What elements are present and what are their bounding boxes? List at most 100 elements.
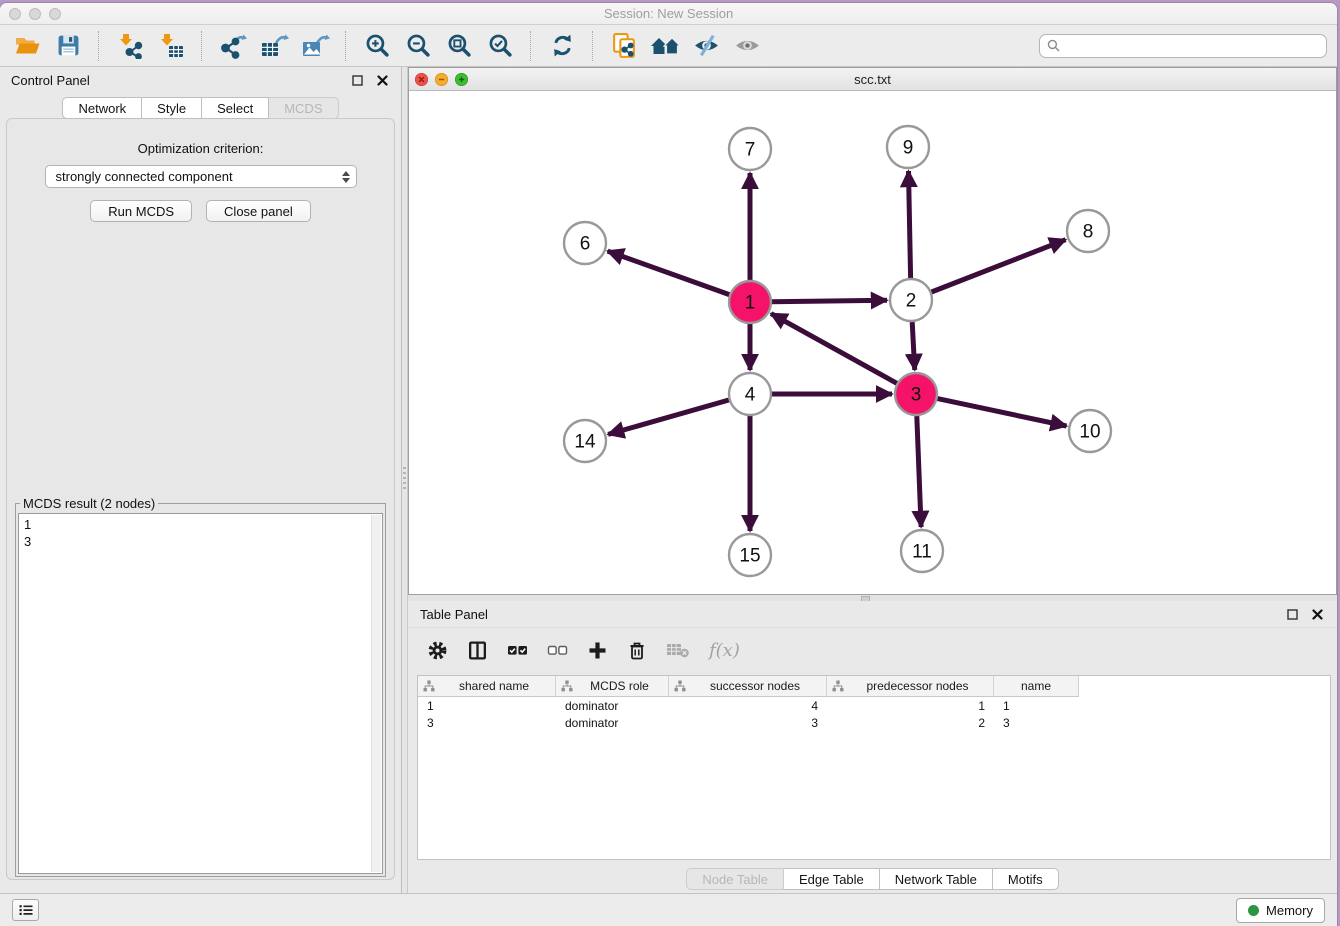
table-settings-button[interactable] [427,640,448,661]
node-2[interactable]: 2 [890,279,932,321]
hide-selected-button[interactable] [689,29,723,63]
node-8[interactable]: 8 [1067,210,1109,252]
import-network-icon [117,33,144,59]
mcds-result-box: 1 3 [18,513,383,874]
control-panel-header: Control Panel [0,67,401,94]
float-panel-button[interactable] [350,73,365,88]
close-mcds-panel-button[interactable]: Close panel [206,200,311,222]
zoom-fit-button[interactable] [442,29,476,63]
zoom-fit-icon [447,33,472,58]
control-tab-select[interactable]: Select [202,97,269,119]
node-4[interactable]: 4 [729,373,771,415]
delete-column-button[interactable] [627,640,647,661]
table-tab-node-table[interactable]: Node Table [686,868,784,890]
edge-1-2[interactable] [772,300,887,301]
table-row[interactable]: 3dominator323 [418,715,1330,731]
delete-table-button[interactable] [666,641,690,659]
toolbar-separator [98,31,100,61]
show-columns-button[interactable] [467,640,488,661]
close-window-button[interactable] [9,8,21,20]
node-9[interactable]: 9 [887,126,929,168]
splitter-grip[interactable] [403,467,406,489]
tab-label: Motifs [1008,872,1043,887]
close-panel-button[interactable] [375,73,390,88]
refresh-button[interactable] [545,29,579,63]
column-header-successor-nodes[interactable]: successor nodes [669,676,827,697]
network-graph[interactable]: 7 9 6 8 1 2 4 3 14 10 15 11 [409,91,1336,594]
eye-disabled-icon [734,34,761,57]
export-network-button[interactable] [216,29,250,63]
table-row[interactable]: 1dominator411 [418,698,1330,714]
edge-2-9[interactable] [909,171,911,278]
cell-successor-nodes: 4 [669,699,827,713]
import-table-button[interactable] [154,29,188,63]
zoom-out-button[interactable] [401,29,435,63]
minimize-network-button[interactable] [435,73,448,86]
edge-1-6[interactable] [608,251,730,295]
export-table-button[interactable] [257,29,291,63]
tab-label: Network Table [895,872,977,887]
float-table-panel-button[interactable] [1285,607,1300,622]
open-folder-icon [14,34,41,57]
control-tab-style[interactable]: Style [142,97,202,119]
deselect-all-columns-button[interactable] [547,641,568,660]
save-session-button[interactable] [51,29,85,63]
close-network-button[interactable] [415,73,428,86]
mcds-panel: Optimization criterion: strongly connect… [6,118,395,880]
float-icon [352,75,363,86]
node-15[interactable]: 15 [729,534,771,576]
control-tab-mcds[interactable]: MCDS [269,97,338,119]
control-tab-network[interactable]: Network [62,97,142,119]
edge-3-11[interactable] [917,416,921,527]
table-tab-edge-table[interactable]: Edge Table [784,868,880,890]
clone-network-button[interactable] [607,29,641,63]
application-window: Session: New Session [0,3,1337,926]
column-label: shared name [438,679,550,693]
add-column-button[interactable] [587,640,608,661]
table-tabs: Node TableEdge Table Network Table Motifs [686,868,1058,890]
vertical-splitter[interactable] [401,67,408,893]
node-14[interactable]: 14 [564,420,606,462]
node-7[interactable]: 7 [729,128,771,170]
select-all-columns-button[interactable] [507,641,528,660]
network-canvas[interactable]: 7 9 6 8 1 2 4 3 14 10 15 11 [409,91,1336,594]
node-10[interactable]: 10 [1069,410,1111,452]
zoom-in-button[interactable] [360,29,394,63]
first-neighbors-button[interactable] [648,29,682,63]
zoom-selected-button[interactable] [483,29,517,63]
table-tab-motifs[interactable]: Motifs [993,868,1059,890]
zoom-window-button[interactable] [49,8,61,20]
edge-4-14[interactable] [608,400,729,434]
task-history-button[interactable] [12,899,39,921]
column-header-MCDS-role[interactable]: MCDS role [556,676,669,697]
tab-label: Select [217,101,253,116]
edge-3-1[interactable] [771,314,897,384]
show-hidden-button[interactable] [730,29,764,63]
export-image-button[interactable] [298,29,332,63]
minimize-window-button[interactable] [29,8,41,20]
edge-3-10[interactable] [938,399,1067,426]
column-header-name[interactable]: name [994,676,1079,697]
run-mcds-button[interactable]: Run MCDS [90,200,192,222]
edge-2-3[interactable] [912,322,915,370]
table-tab-network-table[interactable]: Network Table [880,868,993,890]
float-icon [1287,609,1298,620]
function-builder-button[interactable]: f(x) [709,640,740,661]
zoom-network-button[interactable] [455,73,468,86]
node-1[interactable]: 1 [729,281,771,323]
node-6[interactable]: 6 [564,222,606,264]
close-table-panel-button[interactable] [1310,607,1325,622]
column-header-predecessor-nodes[interactable]: predecessor nodes [827,676,994,697]
column-header-shared-name[interactable]: shared name [418,676,556,697]
search-input[interactable] [1065,37,1319,54]
open-session-button[interactable] [10,29,44,63]
criterion-select[interactable]: strongly connected component [45,165,357,188]
node-3[interactable]: 3 [895,373,937,415]
result-scrollbar[interactable] [371,515,381,872]
import-network-button[interactable] [113,29,147,63]
node-11[interactable]: 11 [901,530,943,572]
toolbar-separator [530,31,532,61]
memory-button[interactable]: Memory [1236,898,1325,923]
edge-2-8[interactable] [932,240,1066,292]
node-label: 14 [574,432,596,453]
